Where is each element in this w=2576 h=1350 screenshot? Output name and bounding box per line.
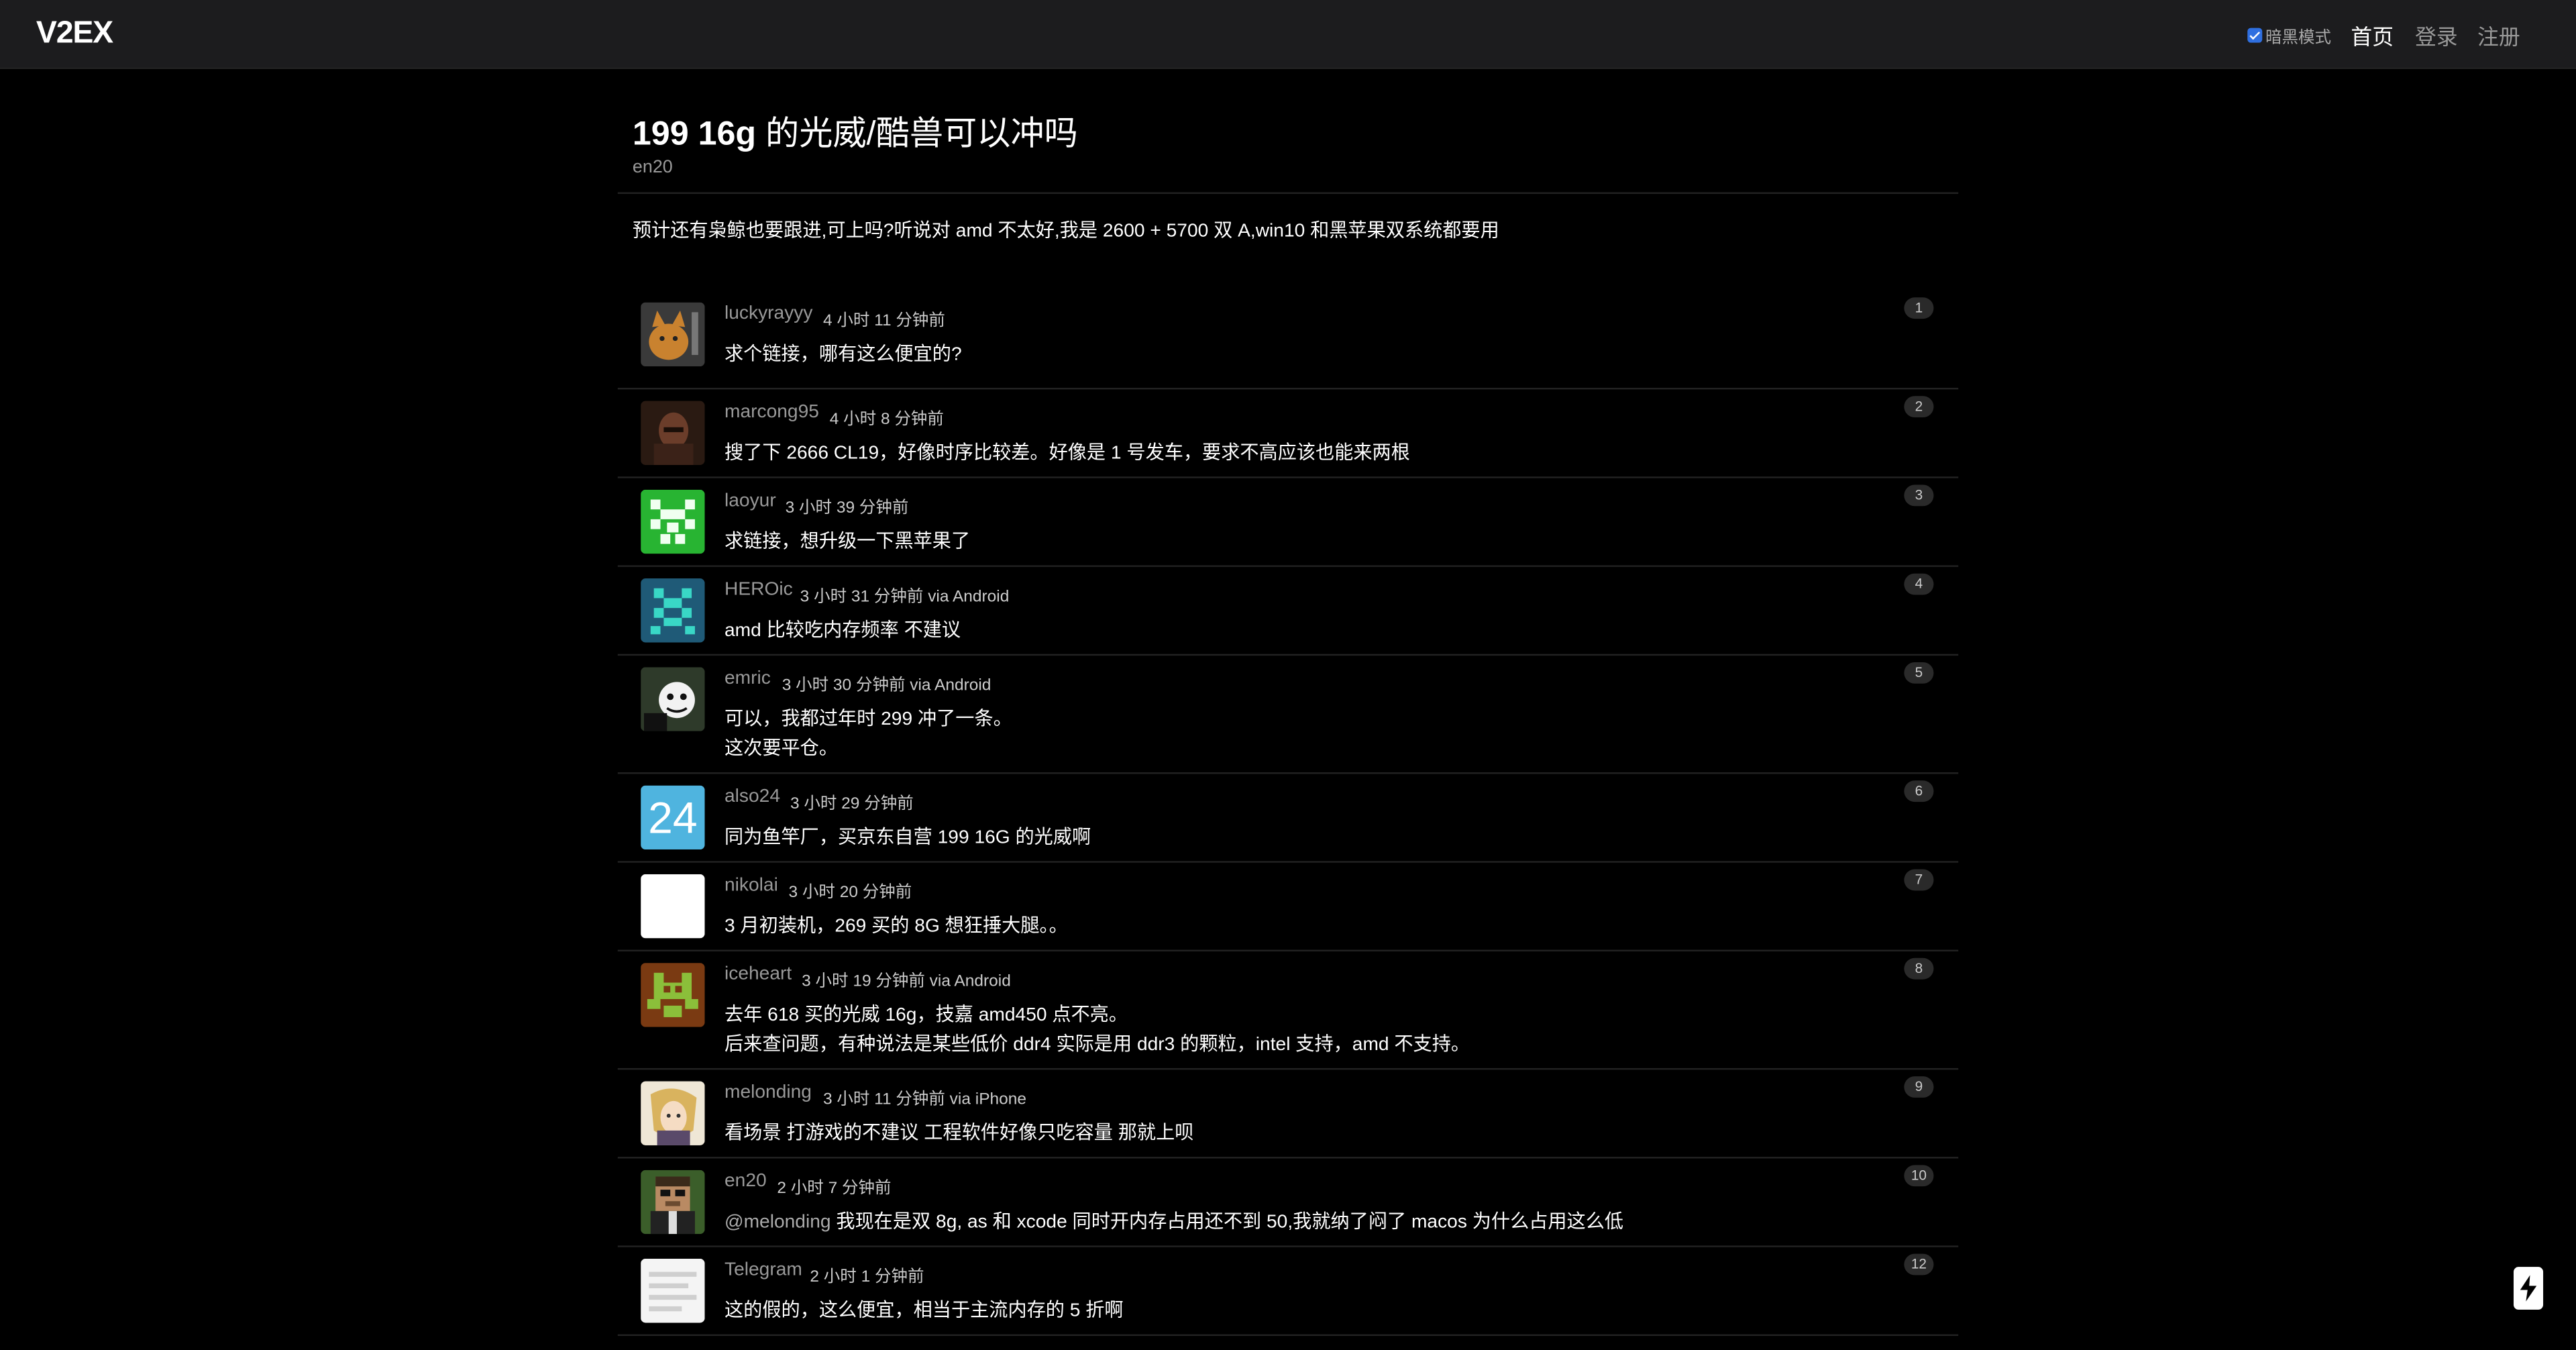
top-nav: 暗黑模式 首页 登录 注册: [2247, 19, 2520, 51]
floor-number-badge: 4: [1904, 573, 1934, 595]
floor-number-badge: 12: [1904, 1253, 1934, 1276]
reply-line: 后来查问题，有种说法是某些低价 ddr4 实际是用 ddr3 的颗粒，intel…: [724, 1035, 1470, 1055]
reply-line: 可以，我都过年时 299 冲了一条。: [724, 709, 1012, 730]
avatar[interactable]: [641, 963, 705, 1027]
reply-username[interactable]: en20: [724, 1172, 767, 1191]
reply-line: 求个链接，哪有这么便宜的?: [724, 345, 962, 365]
svg-text:24: 24: [648, 794, 698, 843]
avatar[interactable]: [641, 302, 705, 367]
avatar[interactable]: [641, 401, 705, 466]
floor-number-badge: 7: [1904, 869, 1934, 891]
reply-content: amd 比较吃内存频率 不建议: [724, 616, 961, 645]
avatar[interactable]: 24: [641, 785, 705, 850]
reply-line: 这次要平仓。: [724, 739, 838, 760]
reply-time: 4 小时 11 分钟前: [822, 312, 945, 331]
reply-item: Telegram 2 小时 1 分钟前这的假的，这么便宜，相当于主流内存的 5 折…: [617, 1245, 1959, 1337]
topic-title-prefix: 199 16g: [632, 115, 757, 153]
reply-item: nikolai 3 小时 20 分钟前 3 月初装机，269 买的 8G 想狂捶大腿…: [617, 861, 1959, 951]
nav-login-link[interactable]: 登录: [2415, 19, 2458, 51]
reply-content: 求链接，想升级一下黑苹果了: [724, 527, 970, 557]
reply-username[interactable]: also24: [724, 787, 780, 807]
reply-username[interactable]: luckyrayyy: [724, 304, 812, 323]
floor-number-badge: 3: [1904, 484, 1934, 507]
floor-number-badge: 6: [1904, 780, 1934, 802]
reply-content: 去年 618 买的光威 16g，技嘉 amd450 点不亮。后来查问题，有种说法…: [724, 1000, 1470, 1059]
floor-number-badge: 10: [1904, 1165, 1934, 1187]
floor-number-badge: 1: [1904, 297, 1934, 319]
reply-item: iceheart 3 小时 19 分钟前 via Android 去年 618 买的…: [617, 950, 1959, 1070]
floor-number-badge: 2: [1904, 396, 1934, 418]
reply-line: 这的假的，这么便宜，相当于主流内存的 5 折啊: [724, 1301, 1124, 1321]
nav-home-link[interactable]: 首页: [2351, 19, 2394, 51]
floor-number-badge: 5: [1904, 662, 1934, 684]
reply-item: melonding 3 小时 11 分钟前 via iPhone 看场景 打游戏的不…: [617, 1068, 1959, 1159]
reply-line: 求链接，想升级一下黑苹果了: [724, 532, 971, 552]
topic-title-rest: 的光威/酷兽可以冲吗: [756, 115, 1078, 153]
reply-content: @melonding 我现在是双 8g, as 和 xcode 同时开内存占用还…: [724, 1208, 1623, 1237]
reply-username[interactable]: emric: [724, 669, 771, 688]
reply-line: amd 比较吃内存频率 不建议: [724, 621, 961, 641]
reply-time: 3 小时 31 分钟前 via Android: [800, 588, 1010, 607]
topic-author[interactable]: en20: [633, 158, 673, 177]
reply-item: HEROic 3 小时 31 分钟前 via Android amd 比较吃内存频率…: [617, 565, 1959, 656]
reply-time: 2 小时 7 分钟前: [777, 1180, 892, 1198]
reply-item: laoyur 3 小时 39 分钟前求链接，想升级一下黑苹果了 3: [617, 476, 1959, 567]
reply-line: 3 月初装机，269 买的 8G 想狂捶大腿。。: [724, 917, 1068, 937]
reply-item: emric 3 小时 30 分钟前 via Android 可以，我都过年时 299…: [617, 654, 1959, 774]
avatar[interactable]: [641, 1170, 705, 1235]
reply-content: 看场景 打游戏的不建议 工程软件好像只吃容量 那就上呗: [724, 1119, 1193, 1149]
reply-username[interactable]: laoyur: [724, 491, 776, 511]
reply-time: 3 小时 30 分钟前 via Android: [782, 676, 991, 695]
reply-item: 24 also24 3 小时 29 分钟前同为鱼竿厂，买京东自营 199 16G 的…: [617, 772, 1959, 863]
reply-content: 求个链接，哪有这么便宜的?: [724, 340, 962, 370]
dark-mode-toggle[interactable]: 暗黑模式: [2247, 23, 2331, 48]
reply-username[interactable]: nikolai: [724, 876, 778, 895]
reply-line: 去年 618 买的光威 16g，技嘉 amd450 点不亮。: [724, 1005, 1128, 1026]
avatar[interactable]: [641, 1081, 705, 1145]
floor-number-badge: 9: [1904, 1076, 1934, 1098]
reply-username[interactable]: marcong95: [724, 403, 819, 422]
reply-username[interactable]: iceheart: [724, 965, 792, 984]
avatar[interactable]: [641, 489, 705, 554]
reply-time: 3 小时 39 分钟前: [785, 499, 909, 518]
reply-time: 3 小时 20 分钟前: [788, 884, 912, 902]
reply-line: 搜了下 2666 CL19，好像时序比较差。好像是 1 号发车，要求不高应该也能…: [724, 444, 1410, 464]
reply-time: 2 小时 1 分钟前: [810, 1268, 924, 1287]
quick-action-button[interactable]: [2513, 1267, 2544, 1310]
reply-item: marcong95 4 小时 8 分钟前搜了下 2666 CL19，好像时序比较差…: [617, 388, 1959, 478]
reply-username[interactable]: HEROic: [724, 580, 793, 599]
reply-content: 同为鱼竿厂，买京东自营 199 16G 的光威啊: [724, 823, 1091, 853]
reply-content: 可以，我都过年时 299 冲了一条。 这次要平仓。: [724, 705, 1012, 764]
reply-mention-link[interactable]: @melonding: [724, 1212, 831, 1232]
topic-title: 199 16g 的光威/酷兽可以冲吗: [633, 105, 1078, 154]
top-bar: V2EX 暗黑模式 首页 登录 注册: [0, 0, 2576, 69]
avatar[interactable]: [641, 1258, 705, 1323]
topic-content: 预计还有枭鲸也要跟进,可上吗?听说对 amd 不太好,我是 2600 + 570…: [632, 221, 1499, 242]
floor-number-badge: 8: [1904, 957, 1934, 980]
topic-divider: [617, 192, 1959, 194]
reply-time: 4 小时 8 分钟前: [829, 411, 944, 429]
reply-username[interactable]: melonding: [724, 1083, 812, 1102]
avatar[interactable]: [641, 578, 705, 643]
reply-item: en20 2 小时 7 分钟前 @melonding 我现在是双 8g, as 和 …: [617, 1157, 1959, 1247]
nav-register-link[interactable]: 注册: [2477, 19, 2520, 51]
reply-time: 3 小时 11 分钟前 via iPhone: [822, 1091, 1027, 1110]
reply-content: 3 月初装机，269 买的 8G 想狂捶大腿。。: [724, 912, 1068, 941]
reply-line: 我现在是双 8g, as 和 xcode 同时开内存占用还不到 50,我就纳了闷…: [830, 1212, 1624, 1233]
reply-time: 3 小时 19 分钟前 via Android: [802, 972, 1011, 991]
dark-mode-label: 暗黑模式: [2265, 30, 2332, 48]
reply-content: 这的假的，这么便宜，相当于主流内存的 5 折啊: [724, 1296, 1124, 1326]
avatar[interactable]: [641, 667, 705, 731]
reply-username[interactable]: Telegram: [724, 1260, 802, 1280]
bolt-icon: [2520, 1275, 2537, 1302]
avatar[interactable]: [641, 874, 705, 939]
reply-time: 3 小时 29 分钟前: [790, 795, 914, 814]
reply-line: 看场景 打游戏的不建议 工程软件好像只吃容量 那就上呗: [724, 1124, 1194, 1144]
dark-mode-checkbox[interactable]: [2247, 28, 2263, 43]
page: V2EX 暗黑模式 首页 登录 注册 199 16g 的光威/酷兽可以冲吗 en…: [0, 0, 2576, 1350]
reply-content: 搜了下 2666 CL19，好像时序比较差。好像是 1 号发车，要求不高应该也能…: [724, 439, 1410, 468]
reply-line: 同为鱼竿厂，买京东自营 199 16G 的光威啊: [724, 828, 1091, 848]
site-logo[interactable]: V2EX: [36, 16, 113, 52]
reply-item: luckyrayyy 4 小时 11 分钟前求个链接，哪有这么便宜的? 1: [617, 289, 1959, 390]
